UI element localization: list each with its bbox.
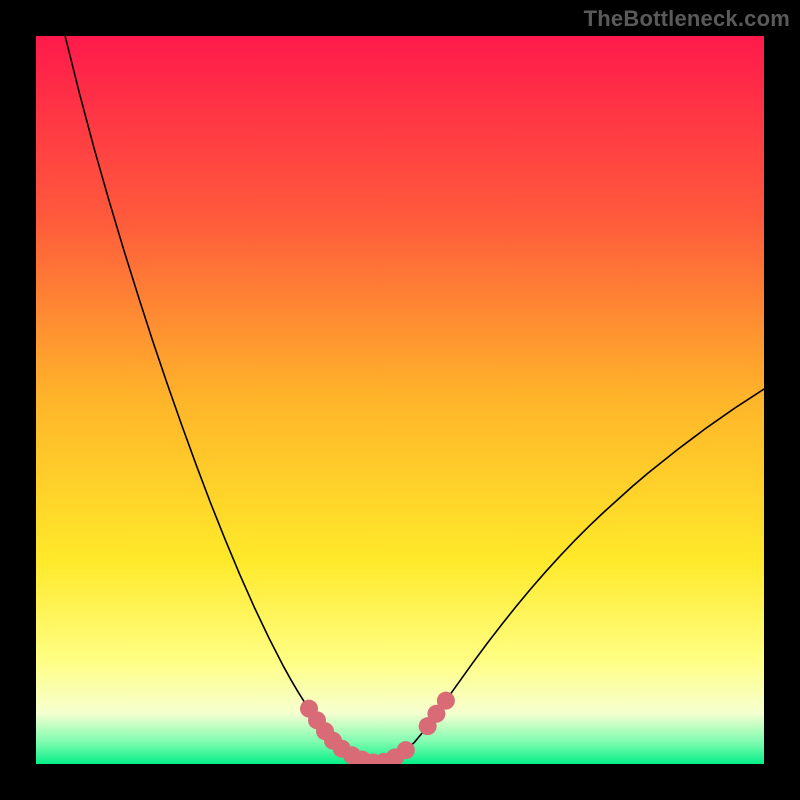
gradient-background (36, 36, 764, 764)
highlight-marker (397, 741, 415, 759)
highlight-marker (437, 692, 455, 710)
bottleneck-chart (36, 36, 764, 764)
watermark-text: TheBottleneck.com (584, 6, 790, 32)
plot-area (36, 36, 764, 764)
chart-frame: TheBottleneck.com (0, 0, 800, 800)
